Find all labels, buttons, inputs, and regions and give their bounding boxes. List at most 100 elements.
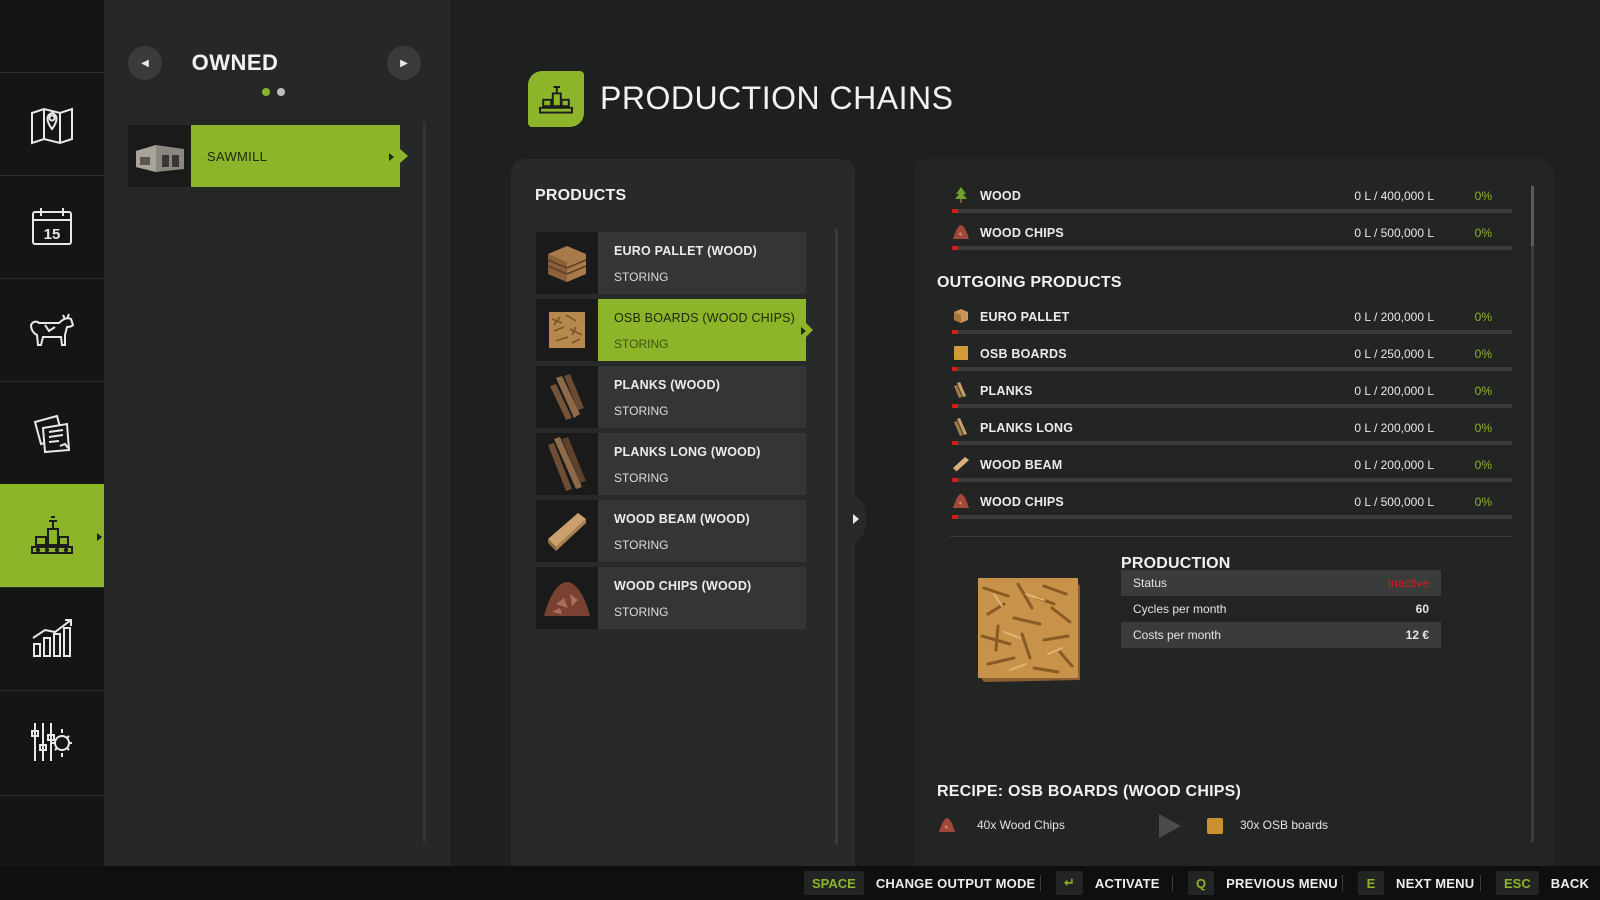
owned-title: OWNED	[191, 50, 279, 75]
scrollbar-thumb[interactable]	[1531, 186, 1534, 246]
arrow-right-icon	[1159, 814, 1181, 838]
input-fill-bar	[952, 246, 1512, 250]
output-percent: 0%	[1474, 495, 1492, 509]
recipe-input: 40x Wood Chips	[977, 818, 1065, 832]
input-row-wood: WOOD 0 L / 400,000 L 0%	[952, 186, 1512, 223]
output-percent: 0%	[1474, 347, 1492, 361]
nav-item-map[interactable]	[0, 72, 104, 175]
key-q: Q	[1188, 871, 1215, 895]
nav-item-production[interactable]	[0, 484, 112, 587]
output-fill-bar	[952, 404, 1512, 408]
fill-level	[952, 404, 958, 408]
product-item-osb-boards[interactable]: OSB BOARDS (WOOD CHIPS) STORING	[536, 299, 813, 361]
calendar-day: 15	[44, 226, 61, 243]
output-row-wood-chips: WOOD CHIPS 0 L / 500,000 L 0%	[952, 492, 1512, 529]
nav-item-contracts[interactable]	[0, 381, 104, 484]
products-scrollbar[interactable]	[835, 229, 838, 844]
output-amount: 0 L / 200,000 L	[1354, 458, 1434, 472]
stat-label: Status	[1133, 576, 1168, 590]
planks-long-icon	[954, 418, 967, 436]
osb-board-icon	[536, 299, 598, 361]
nav-item-calendar[interactable]: 15	[0, 175, 104, 278]
product-item-wood-chips[interactable]: WOOD CHIPS (WOOD) STORING	[536, 567, 806, 629]
output-row-planks-long: PLANKS LONG 0 L / 200,000 L 0%	[952, 418, 1512, 455]
output-name: WOOD BEAM	[980, 458, 1063, 472]
stat-label: Cycles per month	[1133, 602, 1227, 616]
input-name: WOOD	[980, 189, 1022, 203]
product-item-euro-pallet[interactable]: EURO PALLET (WOOD) STORING	[536, 232, 806, 294]
owned-scrollbar[interactable]	[423, 122, 426, 842]
product-list: EURO PALLET (WOOD) STORING OSB BOARDS (W…	[536, 232, 813, 634]
hint-separator	[1172, 875, 1173, 891]
product-item-planks-long[interactable]: PLANKS LONG (WOOD) STORING	[536, 433, 806, 495]
planks-long-icon	[536, 433, 598, 495]
tree-icon	[955, 187, 967, 203]
hint-label: PREVIOUS MENU	[1226, 875, 1338, 891]
page-dot-2[interactable]	[277, 88, 285, 96]
stat-row-costs: Costs per month 12 €	[1121, 622, 1441, 648]
osb-board-image	[978, 578, 1080, 682]
product-name: OSB BOARDS (WOOD CHIPS)	[614, 311, 796, 325]
hint-back[interactable]: ESC BACK	[1496, 871, 1589, 895]
hint-next-menu[interactable]: E NEXT MENU	[1358, 871, 1474, 895]
factory-icon	[31, 516, 73, 554]
nav-item-statistics[interactable]	[0, 587, 104, 690]
hint-activate[interactable]: ↵ ACTIVATE	[1056, 871, 1160, 895]
osb-board-icon	[1207, 818, 1223, 834]
hint-label: ACTIVATE	[1094, 875, 1160, 891]
output-name: EURO PALLET	[980, 310, 1070, 324]
sliders-gear-icon	[31, 723, 72, 761]
input-fill-bar	[952, 209, 1512, 213]
output-name: PLANKS LONG	[980, 421, 1074, 435]
nav-rail: 15	[0, 0, 112, 866]
hint-label: NEXT MENU	[1396, 875, 1475, 891]
product-name: EURO PALLET (WOOD)	[614, 244, 757, 258]
sawmill-building-icon	[128, 125, 191, 187]
output-name: WOOD CHIPS	[980, 495, 1064, 509]
input-hint-bar: SPACE CHANGE OUTPUT MODE ↵ ACTIVATE Q PR…	[0, 866, 1600, 900]
owned-item-sawmill[interactable]: SAWMILL	[128, 125, 408, 187]
product-name: PLANKS LONG (WOOD)	[614, 445, 761, 459]
input-row-wood-chips: WOOD CHIPS 0 L / 500,000 L 0%	[952, 223, 1512, 260]
previous-page-button[interactable]: ◀	[128, 46, 162, 80]
output-percent: 0%	[1474, 384, 1492, 398]
stat-value: 12 €	[1405, 628, 1429, 642]
wood-beam-icon	[953, 457, 969, 472]
page-dot-1[interactable]	[262, 88, 270, 96]
key-e: E	[1358, 871, 1384, 895]
product-name: WOOD CHIPS (WOOD)	[614, 579, 752, 593]
map-pin-icon	[31, 107, 73, 145]
recipe-row: 40x Wood Chips 30x OSB boards	[937, 814, 1437, 838]
details-scrollbar[interactable]	[1531, 186, 1534, 842]
wood-chips-icon	[939, 818, 955, 832]
nav-item-animals[interactable]	[0, 278, 104, 381]
fill-level	[952, 330, 958, 334]
output-fill-bar	[952, 515, 1512, 519]
nav-divider	[0, 795, 104, 796]
selected-indicator	[801, 327, 806, 335]
product-name: PLANKS (WOOD)	[614, 378, 721, 392]
stat-value: 60	[1415, 602, 1429, 616]
planks-icon	[954, 382, 966, 398]
output-name: OSB BOARDS	[980, 347, 1067, 361]
stat-row-status: Status Inactive	[1121, 570, 1441, 596]
output-percent: 0%	[1474, 458, 1492, 472]
key-space: SPACE	[804, 871, 864, 895]
next-page-button[interactable]: ▶	[387, 46, 421, 80]
expand-details-button[interactable]	[846, 494, 866, 544]
hint-change-output-mode[interactable]: SPACE CHANGE OUTPUT MODE	[804, 871, 1035, 895]
output-row-osb-boards: OSB BOARDS 0 L / 250,000 L 0%	[952, 344, 1512, 381]
page-title: PRODUCTION CHAINS	[600, 80, 954, 116]
product-item-wood-beam[interactable]: WOOD BEAM (WOOD) STORING	[536, 500, 806, 562]
production-chains-icon	[528, 71, 584, 127]
stat-row-cycles: Cycles per month 60	[1121, 596, 1441, 622]
wood-chips-icon	[536, 567, 598, 629]
nav-item-settings[interactable]	[0, 690, 104, 793]
outgoing-products-heading: OUTGOING PRODUCTS	[937, 274, 1122, 291]
product-state: STORING	[614, 270, 669, 284]
output-percent: 0%	[1474, 310, 1492, 324]
hint-previous-menu[interactable]: Q PREVIOUS MENU	[1188, 871, 1338, 895]
product-item-planks[interactable]: PLANKS (WOOD) STORING	[536, 366, 806, 428]
hint-separator	[1480, 875, 1481, 891]
output-amount: 0 L / 250,000 L	[1354, 347, 1434, 361]
